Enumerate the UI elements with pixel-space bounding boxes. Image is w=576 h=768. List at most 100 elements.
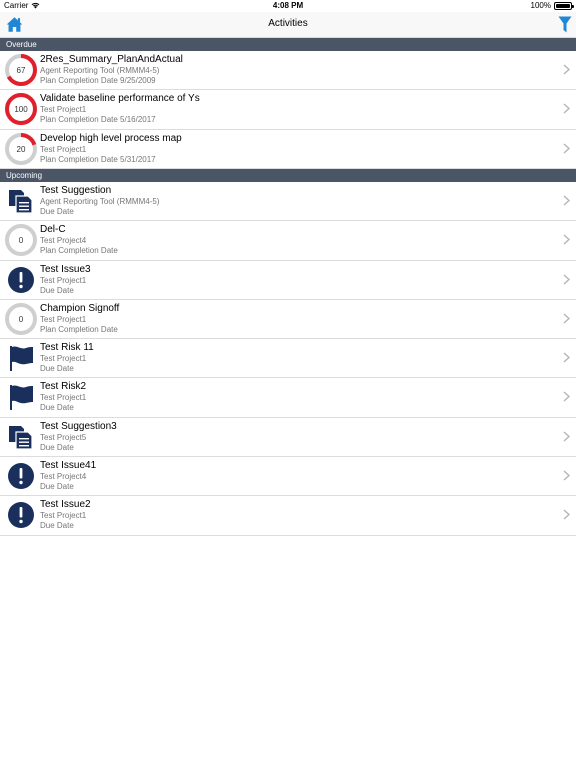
chevron-right-icon (563, 64, 570, 75)
item-date: Due Date (40, 364, 74, 374)
progress-ring-icon: 67 (5, 54, 37, 86)
item-title: Champion Signoff (40, 302, 120, 314)
item-subtitle: Agent Reporting Tool (RMMM4-5) (40, 197, 160, 206)
overdue-list: 67 2Res_Summary_PlanAndActual Agent Report… (0, 51, 576, 169)
list-item[interactable]: 0 Del-C Test Project4 Plan Completion Date (0, 221, 576, 261)
item-title: Test Risk 11 (40, 342, 94, 354)
item-title: Test Issue2 (40, 499, 91, 511)
progress-ring-icon: 0 (5, 224, 37, 257)
item-subtitle: Test Project1 (40, 354, 87, 364)
progress-value: 0 (19, 315, 24, 324)
list-item[interactable]: Test Suggestion3 Test Project5 Due Date (0, 418, 576, 458)
document-icon (9, 190, 33, 214)
battery-percent: 100% (530, 1, 551, 10)
progress-value: 20 (17, 145, 26, 154)
item-icon: 0 (4, 302, 38, 336)
flag-icon (10, 346, 33, 372)
item-subtitle: Test Project1 (40, 393, 87, 403)
upcoming-list: Test Suggestion Agent Reporting Tool (RMM… (0, 182, 576, 536)
chevron-right-icon (563, 103, 570, 114)
item-subtitle: Test Project4 (40, 236, 87, 246)
progress-value: 100 (14, 105, 28, 114)
battery-indicator: 100% (530, 1, 574, 10)
page-title: Activities (268, 18, 308, 29)
item-icon: 100 (4, 92, 38, 126)
item-text: Test Issue2 Test Project1 Due Date (40, 499, 546, 531)
item-icon (4, 459, 38, 493)
item-title: Del-C (40, 224, 66, 236)
list-item[interactable]: Test Issue2 Test Project1 Due Date (0, 496, 576, 536)
item-date: Due Date (40, 207, 74, 216)
status-bar: Carrier 4:08 PM 100% (0, 0, 576, 12)
list-item[interactable]: Test Issue3 Test Project1 Due Date (0, 261, 576, 300)
nav-bar: Activities (0, 12, 576, 38)
item-text: Test Issue41 Test Project4 Due Date (40, 460, 546, 492)
chevron-right-icon (563, 195, 570, 206)
item-date: Plan Completion Date (40, 324, 118, 334)
progress-value: 0 (19, 236, 24, 245)
item-icon: 67 (4, 53, 38, 87)
chevron-right-icon (563, 470, 570, 481)
list-item[interactable]: 20 Develop high level process map Test Pro… (0, 130, 576, 169)
section-header-upcoming: Upcoming (0, 169, 576, 182)
list-item[interactable]: Test Risk 11 Test Project1 Due Date (0, 339, 576, 379)
item-text: Test Risk2 Test Project1 Due Date (40, 381, 546, 413)
list-item[interactable]: Test Issue41 Test Project4 Due Date (0, 457, 576, 497)
item-title: Develop high level process map (40, 132, 182, 144)
chevron-right-icon (563, 509, 570, 520)
item-title: Test Issue3 (40, 263, 91, 275)
list-item[interactable]: Test Suggestion Agent Reporting Tool (RMM… (0, 182, 576, 222)
item-subtitle: Test Project1 (40, 275, 87, 285)
item-text: Develop high level process map Test Proje… (40, 133, 546, 165)
progress-ring-icon: 20 (5, 132, 37, 165)
clock: 4:08 PM (272, 1, 304, 10)
filter-button[interactable] (558, 16, 572, 33)
item-subtitle: Agent Reporting Tool (RMMM4-5) (40, 66, 160, 75)
item-date: Plan Completion Date (40, 246, 118, 256)
item-date: Due Date (40, 403, 74, 413)
item-icon (4, 341, 38, 375)
list-item[interactable]: 100 Validate baseline performance of Ys Te… (0, 90, 576, 130)
item-icon: 0 (4, 223, 38, 257)
chevron-right-icon (563, 274, 570, 285)
item-date: Plan Completion Date 5/31/2017 (40, 154, 156, 164)
filter-icon (558, 16, 572, 33)
chevron-right-icon (563, 352, 570, 363)
chevron-right-icon (563, 313, 570, 324)
item-date: Due Date (40, 285, 74, 295)
battery-icon (554, 1, 574, 10)
section-label: Overdue (6, 40, 37, 49)
item-text: Validate baseline performance of Ys Test … (40, 93, 546, 125)
item-subtitle: Test Project5 (40, 432, 87, 442)
item-title: Test Risk2 (40, 381, 87, 393)
item-date: Due Date (40, 521, 74, 531)
item-subtitle: Test Project1 (40, 105, 87, 115)
flag-icon (10, 385, 33, 411)
item-icon (4, 498, 38, 532)
item-title: Validate baseline performance of Ys (40, 93, 200, 105)
section-header-overdue: Overdue (0, 38, 576, 51)
item-subtitle: Test Project4 (40, 472, 87, 482)
item-icon (4, 380, 38, 414)
chevron-right-icon (563, 234, 570, 245)
issue-icon (8, 266, 34, 293)
list-item[interactable]: 0 Champion Signoff Test Project1 Plan Compl… (0, 300, 576, 340)
chevron-right-icon (563, 143, 570, 154)
list-item[interactable]: Test Risk2 Test Project1 Due Date (0, 378, 576, 418)
list-item[interactable]: 67 2Res_Summary_PlanAndActual Agent Report… (0, 51, 576, 91)
item-text: Test Risk 11 Test Project1 Due Date (40, 342, 546, 374)
item-text: Test Issue3 Test Project1 Due Date (40, 264, 546, 296)
item-icon (4, 184, 38, 218)
item-subtitle: Test Project1 (40, 314, 87, 324)
item-date: Plan Completion Date 9/25/2009 (40, 76, 156, 85)
item-date: Due Date (40, 482, 74, 492)
item-date: Due Date (40, 442, 74, 452)
item-title: Test Issue41 (40, 460, 97, 472)
item-text: Test Suggestion Agent Reporting Tool (RMM… (40, 185, 546, 217)
item-subtitle: Test Project1 (40, 144, 87, 154)
item-text: Del-C Test Project4 Plan Completion Date (40, 224, 546, 256)
issue-icon (8, 463, 34, 490)
issue-icon (8, 502, 34, 529)
item-text: Champion Signoff Test Project1 Plan Comple… (40, 303, 546, 335)
item-date: Plan Completion Date 5/16/2017 (40, 115, 156, 125)
